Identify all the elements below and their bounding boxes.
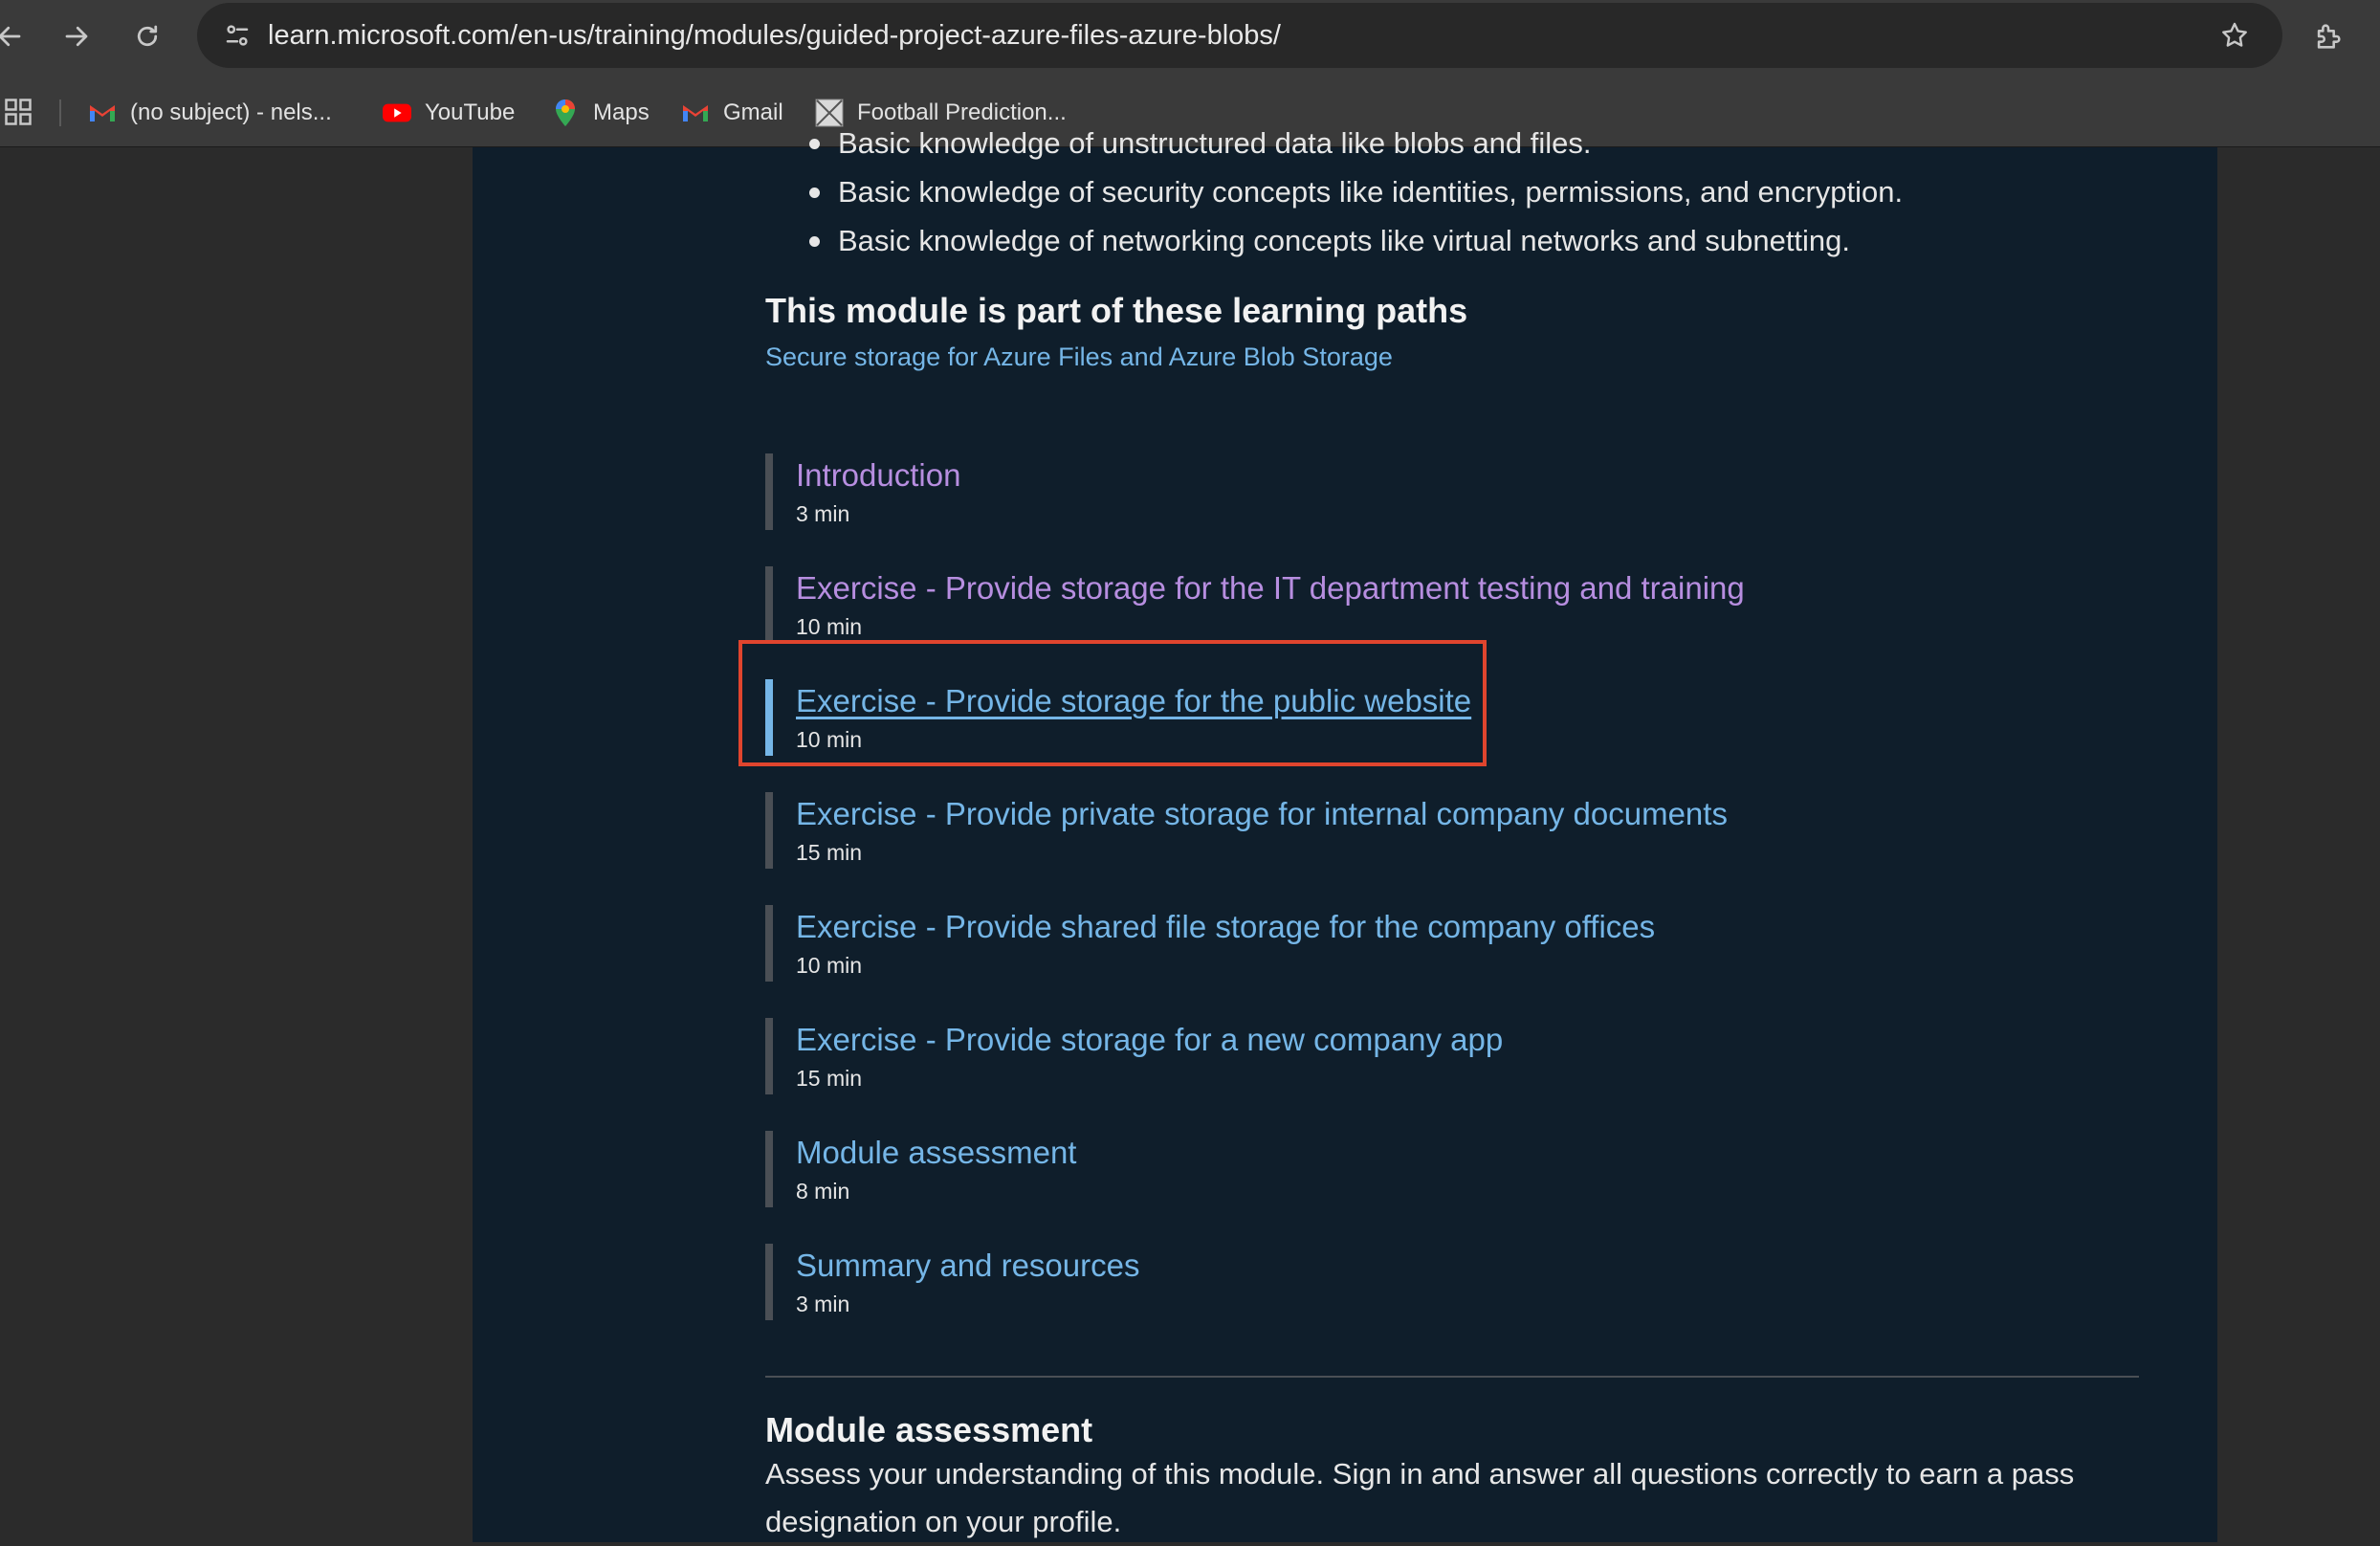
unit-title-link[interactable]: Introduction: [796, 457, 960, 494]
learning-paths-heading: This module is part of these learning pa…: [765, 291, 1468, 330]
bookmark-gmail-no-subject[interactable]: (no subject) - nels...: [88, 88, 332, 138]
arrow-left-icon: [0, 26, 21, 47]
unit-item-private-storage[interactable]: Exercise - Provide private storage for i…: [765, 792, 1913, 869]
module-assessment-heading: Module assessment: [765, 1410, 1093, 1449]
forward-button[interactable]: [54, 13, 99, 59]
apps-grid-icon[interactable]: [4, 98, 33, 126]
unit-title-link[interactable]: Exercise - Provide storage for the IT de…: [796, 570, 1745, 607]
unit-duration: 3 min: [796, 1292, 850, 1316]
unit-progress-bar: [765, 792, 773, 869]
page-viewport: Basic knowledge of unstructured data lik…: [0, 126, 2380, 1542]
unit-progress-bar: [765, 905, 773, 982]
module-assessment-description: Assess your understanding of this module…: [765, 1457, 2075, 1538]
prerequisites-list: Basic knowledge of unstructured data lik…: [765, 119, 2143, 265]
unit-item-new-company-app[interactable]: Exercise - Provide storage for a new com…: [765, 1018, 1913, 1094]
unit-title-link[interactable]: Exercise - Provide shared file storage f…: [796, 909, 1655, 945]
unit-progress-bar: [765, 1018, 773, 1094]
reload-button[interactable]: [124, 13, 170, 59]
bookmark-label: (no subject) - nels...: [130, 99, 332, 125]
unit-duration: 15 min: [796, 1066, 863, 1091]
unit-title-link[interactable]: Module assessment: [796, 1135, 1076, 1171]
site-info-icon[interactable]: [214, 12, 260, 58]
unit-progress-bar: [765, 1244, 773, 1320]
gmail-icon: [88, 99, 117, 127]
unit-duration: 10 min: [796, 614, 863, 639]
youtube-icon: [383, 99, 411, 127]
unit-item-it-department[interactable]: Exercise - Provide storage for the IT de…: [765, 566, 1913, 643]
back-button[interactable]: [0, 13, 33, 59]
unit-item-summary[interactable]: Summary and resources 3 min: [765, 1244, 1913, 1320]
unit-item-module-assessment[interactable]: Module assessment 8 min: [765, 1131, 1913, 1207]
arrow-right-icon: [65, 26, 88, 47]
unit-progress-bar: [765, 566, 773, 643]
unit-title-link[interactable]: Exercise - Provide private storage for i…: [796, 796, 1728, 832]
section-divider: [765, 1376, 2139, 1378]
maps-icon: [551, 99, 580, 127]
prerequisite-item: Basic knowledge of security concepts lik…: [765, 167, 2143, 216]
bookmark-youtube[interactable]: YouTube: [383, 88, 515, 138]
bookmark-maps[interactable]: Maps: [551, 88, 650, 138]
unit-progress-bar: [765, 1131, 773, 1207]
unit-duration: 15 min: [796, 840, 863, 865]
gmail-icon: [681, 99, 710, 127]
bookmark-label: Maps: [593, 99, 650, 125]
unit-progress-bar: [765, 453, 773, 530]
main-content: Basic knowledge of unstructured data lik…: [473, 126, 2217, 1542]
unit-item-introduction[interactable]: Introduction 3 min: [765, 453, 1913, 530]
prerequisite-item: Basic knowledge of networking concepts l…: [765, 216, 2143, 265]
unit-title-link[interactable]: Exercise - Provide storage for a new com…: [796, 1022, 1503, 1058]
learning-path-link[interactable]: Secure storage for Azure Files and Azure…: [765, 342, 1393, 372]
address-bar[interactable]: learn.microsoft.com/en-us/training/modul…: [197, 3, 2282, 68]
unit-duration: 10 min: [796, 953, 863, 978]
unit-item-shared-file-storage[interactable]: Exercise - Provide shared file storage f…: [765, 905, 1913, 982]
annotation-highlight-box: [738, 640, 1487, 766]
prerequisite-item: Basic knowledge of unstructured data lik…: [765, 119, 2143, 167]
unit-title-link[interactable]: Summary and resources: [796, 1248, 1139, 1284]
reload-icon: [137, 25, 158, 47]
bookmarks-separator: [59, 99, 61, 126]
unit-duration: 8 min: [796, 1179, 850, 1204]
unit-duration: 3 min: [796, 501, 850, 526]
url-text[interactable]: learn.microsoft.com/en-us/training/modul…: [268, 3, 1281, 68]
extensions-puzzle-icon[interactable]: [2305, 13, 2351, 59]
bookmark-star-icon[interactable]: [2212, 12, 2258, 58]
bookmark-label: YouTube: [425, 99, 516, 125]
